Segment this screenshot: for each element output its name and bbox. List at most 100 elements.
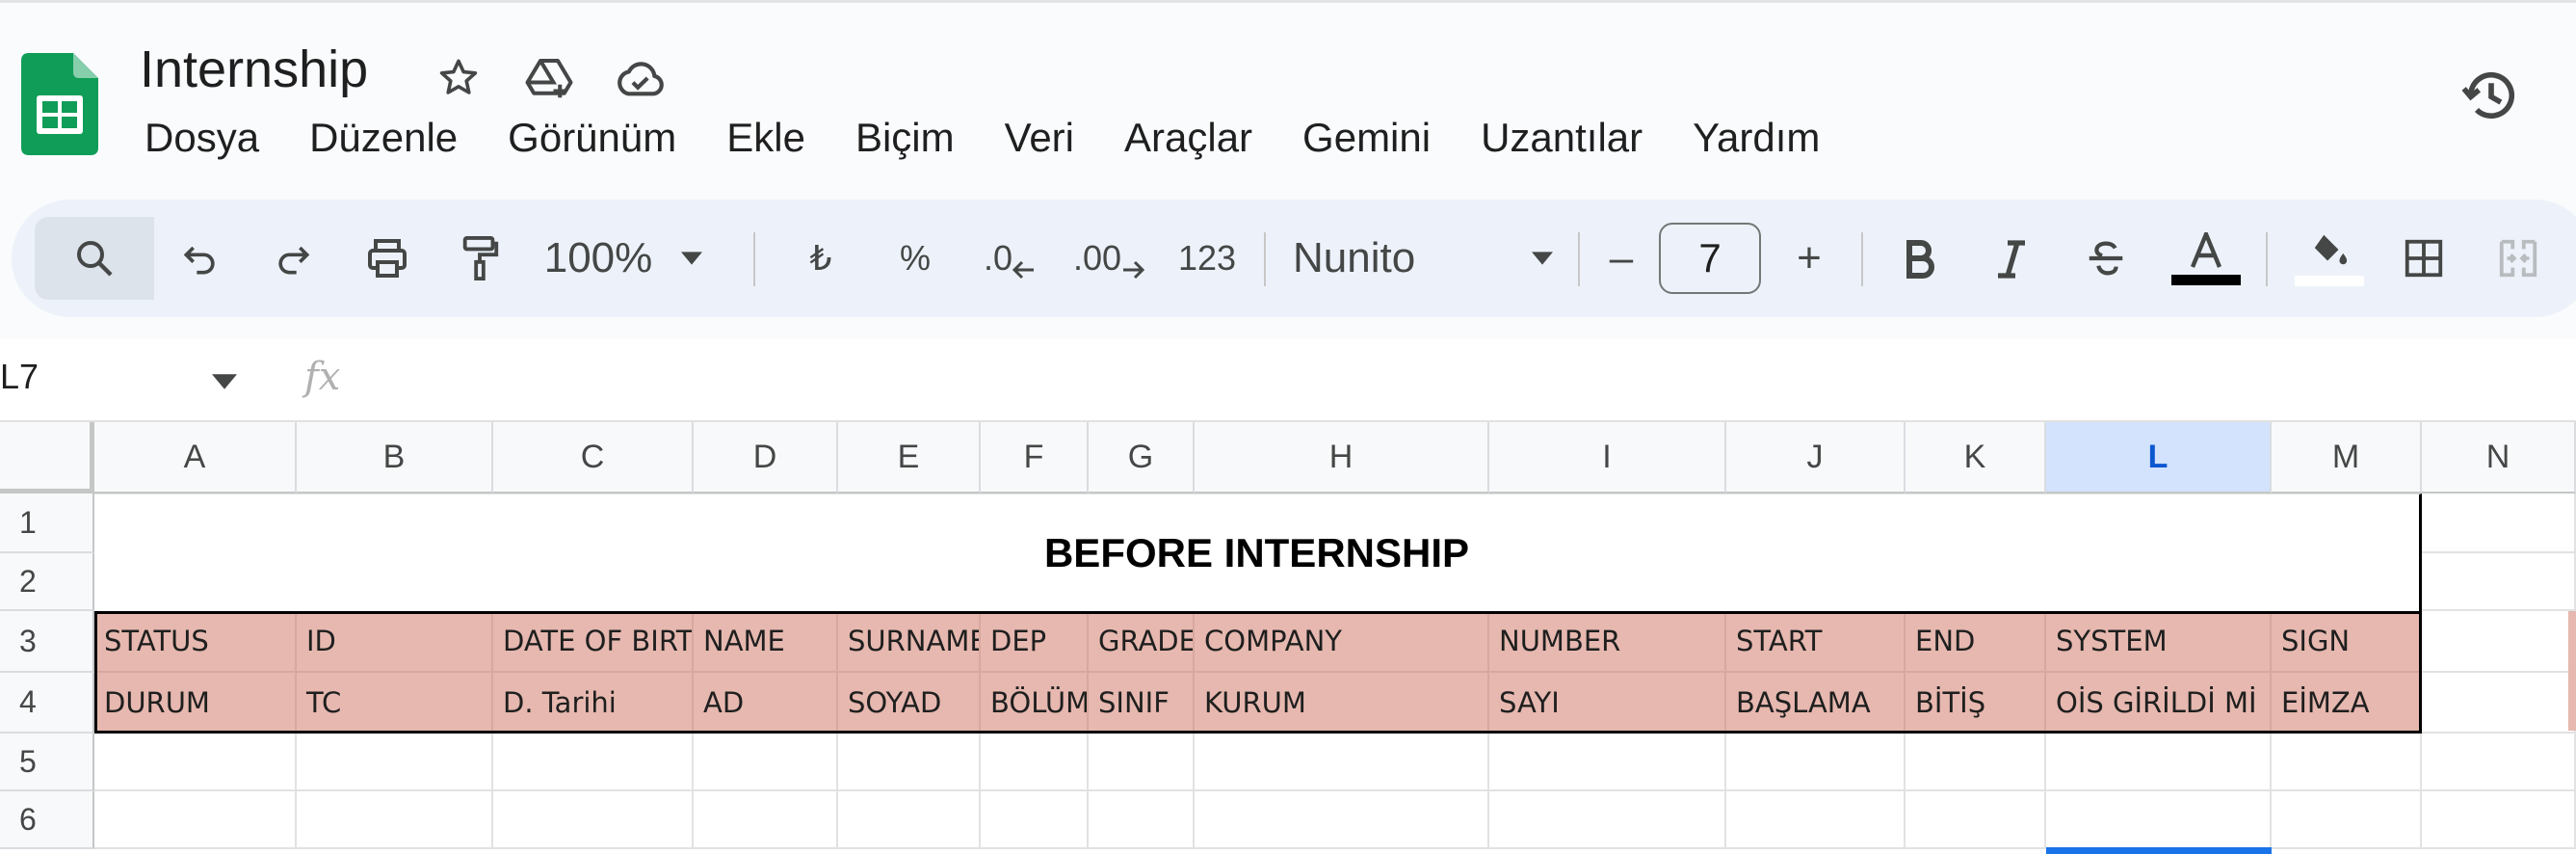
bold-button[interactable] [1880, 200, 1958, 317]
cell-l6[interactable] [2046, 791, 2272, 849]
cell-c5[interactable] [493, 734, 694, 791]
cell-n5[interactable] [2422, 734, 2576, 791]
font-select[interactable]: Nunito [1293, 200, 1553, 317]
cell-b5[interactable] [297, 734, 493, 791]
move-to-drive-icon[interactable] [522, 51, 576, 105]
column-header-e[interactable]: E [838, 422, 981, 494]
more-formats-button[interactable]: 123 [1164, 200, 1250, 317]
version-history-icon[interactable] [2458, 63, 2524, 128]
column-header-j[interactable]: J [1726, 422, 1906, 494]
row-header-5[interactable]: 5 [0, 734, 94, 791]
cell-f6[interactable] [981, 791, 1089, 849]
column-header-k[interactable]: K [1906, 422, 2046, 494]
cell-k3[interactable]: END [1906, 611, 2046, 673]
cell-l4[interactable]: OİS GİRİLDİ Mİ [2046, 673, 2272, 734]
cell-i5[interactable] [1489, 734, 1726, 791]
cell-a4[interactable]: DURUM [94, 673, 297, 734]
cell-n6[interactable] [2422, 791, 2576, 849]
document-title[interactable]: Internship [140, 40, 368, 99]
row-header-6[interactable]: 6 [0, 791, 94, 849]
sheets-logo-icon[interactable] [21, 53, 98, 155]
menu-item-yardim[interactable]: Yardım [1693, 115, 1845, 161]
cell-j6[interactable] [1726, 791, 1906, 849]
cell-b3[interactable]: ID [297, 611, 493, 673]
column-header-g[interactable]: G [1089, 422, 1195, 494]
cell-i6[interactable] [1489, 791, 1726, 849]
menu-item-gemini[interactable]: Gemini [1302, 115, 1456, 161]
select-all-corner[interactable] [0, 422, 94, 494]
undo-button[interactable] [162, 200, 239, 317]
name-box[interactable]: L7 [0, 357, 39, 397]
decrease-font-size-button[interactable]: – [1586, 200, 1657, 317]
merge-cells-button[interactable] [2480, 200, 2557, 317]
cell-l5[interactable] [2046, 734, 2272, 791]
font-size-input[interactable]: 7 [1659, 223, 1761, 294]
italic-button[interactable] [1973, 200, 2050, 317]
fill-color-button[interactable] [2281, 200, 2378, 317]
star-icon[interactable] [432, 51, 486, 105]
cell-m3[interactable]: SIGN [2272, 611, 2422, 673]
decrease-decimal-button[interactable]: .0 [971, 200, 1048, 317]
cell-n2[interactable] [2422, 553, 2576, 611]
cell-g5[interactable] [1089, 734, 1195, 791]
row-header-3[interactable]: 3 [0, 611, 94, 673]
row-header-1[interactable]: 1 [0, 494, 94, 553]
formula-input[interactable] [376, 353, 2495, 409]
zoom-select[interactable]: 100% [532, 200, 715, 317]
column-header-n[interactable]: N [2422, 422, 2576, 494]
cell-e5[interactable] [838, 734, 981, 791]
menu-item-dosya[interactable]: Dosya [145, 115, 284, 161]
redo-button[interactable] [254, 200, 331, 317]
column-header-c[interactable]: C [493, 422, 694, 494]
cell-h4[interactable]: KURUM [1195, 673, 1489, 734]
cell-e3[interactable]: SURNAME [838, 611, 981, 673]
cell-j3[interactable]: START [1726, 611, 1906, 673]
cloud-saved-icon[interactable] [613, 51, 667, 105]
column-header-a[interactable]: A [94, 422, 297, 494]
row-header-4[interactable]: 4 [0, 673, 94, 734]
print-button[interactable] [349, 200, 426, 317]
cell-l3[interactable]: SYSTEM [2046, 611, 2272, 673]
cell-h6[interactable] [1195, 791, 1489, 849]
cell-c4[interactable]: D. Tarihi [493, 673, 694, 734]
cell-j4[interactable]: BAŞLAMA [1726, 673, 1906, 734]
column-header-f[interactable]: F [981, 422, 1089, 494]
cell-g6[interactable] [1089, 791, 1195, 849]
cell-g3[interactable]: GRADE [1089, 611, 1195, 673]
currency-format-button[interactable]: ₺ [782, 200, 859, 317]
cell-i3[interactable]: NUMBER [1489, 611, 1726, 673]
active-cell-l7-border[interactable] [2046, 847, 2272, 854]
cell-k6[interactable] [1906, 791, 2046, 849]
column-header-b[interactable]: B [297, 422, 493, 494]
increase-font-size-button[interactable]: + [1771, 200, 1848, 317]
cell-d6[interactable] [694, 791, 838, 849]
column-header-i[interactable]: I [1489, 422, 1726, 494]
cell-j5[interactable] [1726, 734, 1906, 791]
cell-n4[interactable] [2422, 673, 2576, 734]
cell-b4[interactable]: TC [297, 673, 493, 734]
menu-item-ekle[interactable]: Ekle [726, 115, 830, 161]
cell-f4[interactable]: BÖLÜM [981, 673, 1089, 734]
cell-c6[interactable] [493, 791, 694, 849]
cell-d5[interactable] [694, 734, 838, 791]
cell-d4[interactable]: AD [694, 673, 838, 734]
cell-d3[interactable]: NAME [694, 611, 838, 673]
strikethrough-button[interactable] [2067, 200, 2144, 317]
cell-a3[interactable]: STATUS [94, 611, 297, 673]
cell-h5[interactable] [1195, 734, 1489, 791]
cell-g4[interactable]: SINIF [1089, 673, 1195, 734]
paint-format-button[interactable] [441, 200, 518, 317]
cell-k4[interactable]: BİTİŞ [1906, 673, 2046, 734]
cell-f5[interactable] [981, 734, 1089, 791]
cell-a5[interactable] [94, 734, 297, 791]
cell-m5[interactable] [2272, 734, 2422, 791]
column-header-m[interactable]: M [2272, 422, 2422, 494]
cell-m6[interactable] [2272, 791, 2422, 849]
cell-a6[interactable] [94, 791, 297, 849]
cell-h3[interactable]: COMPANY [1195, 611, 1489, 673]
increase-decimal-button[interactable]: .00 [1065, 200, 1152, 317]
cell-n3[interactable] [2422, 611, 2576, 673]
cell-c3[interactable]: DATE OF BIRTH [493, 611, 694, 673]
menu-item-araclar[interactable]: Araçlar [1124, 115, 1277, 161]
cell-e4[interactable]: SOYAD [838, 673, 981, 734]
